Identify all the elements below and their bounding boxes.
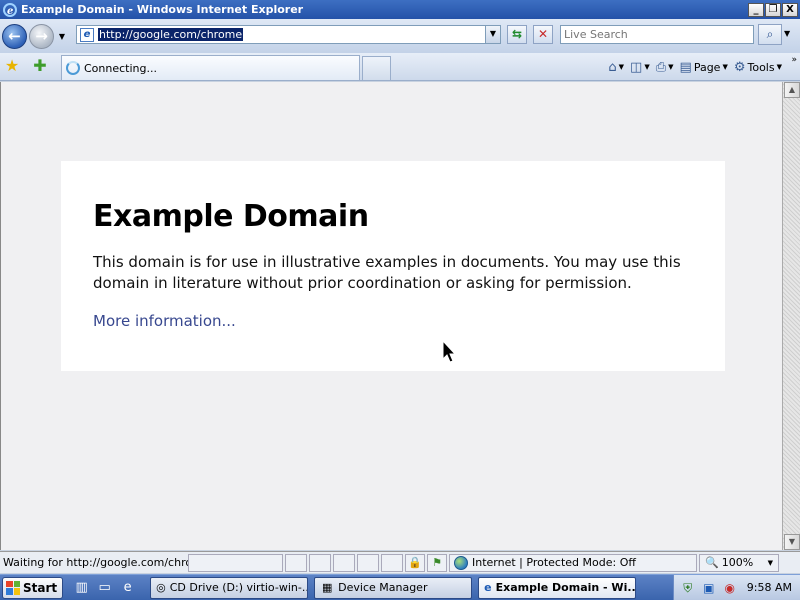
home-button[interactable]: ⌂ ▼ bbox=[608, 60, 624, 75]
security-zone-label: Internet | Protected Mode: Off bbox=[472, 556, 636, 569]
status-bar: Waiting for http://google.com/chrome 🔒 ⚑… bbox=[0, 551, 800, 573]
ie-logo-icon: e bbox=[3, 2, 17, 17]
status-cell bbox=[309, 553, 331, 572]
status-cell bbox=[333, 553, 355, 572]
window-title: Example Domain - Windows Internet Explor… bbox=[21, 3, 304, 16]
chevron-more-icon[interactable]: » bbox=[791, 55, 797, 65]
tab-label: Connecting... bbox=[84, 61, 157, 75]
minimize-button[interactable]: _ bbox=[748, 2, 764, 17]
status-cell bbox=[357, 553, 379, 572]
status-progress-cell bbox=[188, 553, 283, 572]
cd-drive-icon: ◎ bbox=[156, 580, 166, 594]
security-lock-icon[interactable]: 🔒 bbox=[405, 553, 425, 572]
status-cell bbox=[381, 553, 403, 572]
scroll-up-icon[interactable]: ▲ bbox=[784, 82, 800, 98]
page-heading: Example Domain bbox=[93, 199, 369, 234]
task-device-manager[interactable]: ▦ Device Manager bbox=[314, 576, 473, 599]
device-manager-icon: ▦ bbox=[321, 580, 333, 594]
page-menu-label: Page bbox=[693, 60, 721, 74]
task-label: CD Drive (D:) virtio-win-... bbox=[169, 581, 309, 594]
scroll-down-icon[interactable]: ▼ bbox=[784, 534, 800, 550]
close-button[interactable]: X bbox=[782, 2, 798, 17]
internet-explorer-icon: e bbox=[484, 580, 492, 594]
gear-icon: ⚙ bbox=[733, 59, 746, 75]
command-row: ★ ✚ Connecting... ⌂ ▼ ◫ ▼ ⎙ ▼ ▤ Page ▼ ⚙ To… bbox=[0, 53, 800, 81]
internet-explorer-icon[interactable]: e bbox=[119, 579, 136, 596]
search-button[interactable]: ⌕ bbox=[758, 24, 782, 45]
tools-dropdown-icon: ▼ bbox=[776, 63, 782, 71]
page-viewport: Example Domain This domain is for use in… bbox=[0, 82, 782, 550]
back-button[interactable]: ← bbox=[2, 23, 27, 49]
favorites-star-icon[interactable]: ★ bbox=[2, 56, 22, 76]
content-card: Example Domain This domain is for use in… bbox=[61, 161, 725, 371]
new-tab-button[interactable] bbox=[362, 56, 391, 80]
system-tray: ⛨ ▣ ◉ 9:58 AM bbox=[672, 575, 800, 600]
add-favorite-icon[interactable]: ✚ bbox=[30, 56, 50, 76]
popup-blocker-icon[interactable]: ⚑ bbox=[427, 553, 447, 572]
page-icon: e bbox=[80, 27, 94, 42]
zoom-icon: 🔍 bbox=[705, 556, 719, 569]
taskbar: Start ▥ ▭ e ◎ CD Drive (D:) virtio-win-.… bbox=[0, 574, 800, 600]
search-input[interactable] bbox=[561, 26, 753, 43]
zoom-control[interactable]: 🔍 100% ▼ bbox=[699, 553, 779, 572]
search-options-dropdown[interactable]: ▼ bbox=[784, 29, 790, 38]
tab-current[interactable]: Connecting... bbox=[61, 55, 360, 80]
print-button[interactable]: ⎙ ▼ bbox=[656, 60, 674, 75]
security-zone[interactable]: Internet | Protected Mode: Off bbox=[449, 553, 697, 572]
windows-logo-icon bbox=[6, 580, 20, 595]
security-shield-icon[interactable]: ⛨ bbox=[680, 580, 696, 596]
address-row: ← → ▼ e http://google.com/chrome ▼ ⇆ ✕ ⌕… bbox=[0, 19, 800, 53]
globe-icon bbox=[454, 555, 468, 570]
vertical-scrollbar[interactable]: ▲ ▼ bbox=[782, 82, 800, 550]
clock[interactable]: 9:58 AM bbox=[747, 581, 792, 594]
server-manager-icon[interactable]: ▥ bbox=[73, 579, 90, 596]
feeds-button[interactable]: ◫ ▼ bbox=[630, 60, 650, 75]
status-cell bbox=[285, 553, 307, 572]
start-label: Start bbox=[23, 580, 58, 595]
page-dropdown-icon: ▼ bbox=[722, 63, 728, 71]
recent-pages-dropdown[interactable]: ▼ bbox=[57, 32, 67, 41]
back-arrow-icon: ← bbox=[8, 26, 21, 45]
page-body-text: This domain is for use in illustrative e… bbox=[93, 253, 681, 292]
address-url[interactable]: http://google.com/chrome bbox=[98, 28, 244, 41]
title-bar: e Example Domain - Windows Internet Expl… bbox=[0, 0, 800, 19]
zoom-dropdown-icon[interactable]: ▼ bbox=[768, 559, 773, 567]
home-dropdown-icon[interactable]: ▼ bbox=[619, 63, 624, 71]
task-cd-drive[interactable]: ◎ CD Drive (D:) virtio-win-... bbox=[150, 576, 309, 599]
print-icon: ⎙ bbox=[655, 59, 667, 75]
task-example-domain[interactable]: e Example Domain - Wi... bbox=[478, 576, 637, 599]
search-icon: ⌕ bbox=[766, 27, 774, 41]
refresh-button[interactable]: ⇆ bbox=[507, 25, 527, 44]
feeds-icon: ◫ bbox=[630, 59, 643, 75]
address-bar[interactable]: e http://google.com/chrome ▼ bbox=[76, 25, 501, 44]
maximize-button[interactable]: ❐ bbox=[765, 2, 781, 17]
quick-launch: ▥ ▭ e bbox=[73, 579, 136, 596]
svg-text:e: e bbox=[7, 6, 13, 17]
task-label: Device Manager bbox=[338, 581, 428, 594]
tools-menu-label: Tools bbox=[747, 60, 775, 74]
tools-menu-button[interactable]: ⚙ Tools ▼ bbox=[734, 60, 782, 75]
forward-button[interactable]: → bbox=[29, 23, 54, 49]
network-icon[interactable]: ▣ bbox=[701, 580, 717, 596]
zoom-level: 100% bbox=[721, 556, 754, 569]
address-dropdown-icon[interactable]: ▼ bbox=[485, 26, 500, 43]
volume-muted-icon[interactable]: ◉ bbox=[722, 580, 738, 596]
feeds-dropdown-icon[interactable]: ▼ bbox=[644, 63, 649, 71]
print-dropdown-icon[interactable]: ▼ bbox=[668, 63, 673, 71]
loading-spinner-icon bbox=[66, 61, 80, 75]
show-desktop-icon[interactable]: ▭ bbox=[96, 579, 113, 596]
home-icon: ⌂ bbox=[608, 59, 617, 75]
page-menu-button[interactable]: ▤ Page ▼ bbox=[680, 60, 728, 75]
start-button[interactable]: Start bbox=[2, 576, 64, 599]
page-icon: ▤ bbox=[679, 59, 692, 75]
stop-button[interactable]: ✕ bbox=[533, 25, 553, 44]
search-box[interactable] bbox=[560, 25, 754, 44]
forward-arrow-icon: → bbox=[35, 26, 48, 45]
task-label: Example Domain - Wi... bbox=[495, 581, 637, 594]
status-text: Waiting for http://google.com/chrome bbox=[3, 556, 210, 569]
more-information-link[interactable]: More information... bbox=[93, 312, 693, 330]
